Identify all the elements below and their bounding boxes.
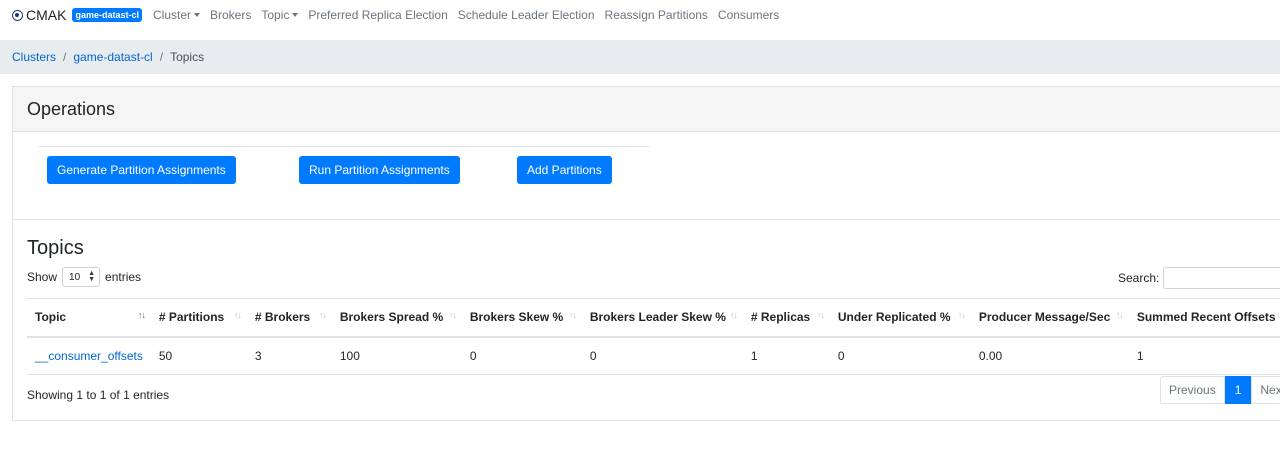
column-header-label: # Replicas [750,310,811,325]
divider [39,146,649,147]
breadcrumb-topics: Topics [170,50,205,64]
select-arrows-icon: ▲ ▼ [88,270,96,283]
entries-label: entries [105,270,142,284]
entries-select-value: 10 [69,271,81,283]
sort-icon: ↑↓ [568,310,577,320]
breadcrumb-clusters[interactable]: Clusters [12,50,56,64]
table-header-row: Topic ↑↓ # Partitions ↑↓ # Brokers ↑↓ Broke… [27,298,1280,338]
topics-card: Topics Show 10 ▲ ▼ entries Search: Topic ↑… [12,219,1280,421]
column-header-label: # Brokers [254,310,311,325]
table-row: __consumer_offsets 50 3 100 0 0 1 0 0.00… [27,336,1280,375]
column-header-brokers-spread[interactable]: Brokers Spread % ↑↓ [331,298,462,338]
topics-title: Topics [27,237,84,259]
column-header-brokers-skew[interactable]: Brokers Skew % ↑↓ [461,298,582,338]
entries-select[interactable]: 10 ▲ ▼ [62,267,101,287]
column-header-label: Topic [35,310,67,325]
nav-topic-label: Topic [261,8,290,22]
topics-table: Topic ↑↓ # Partitions ↑↓ # Brokers ↑↓ Broke… [27,298,1280,375]
sort-icon: ↑↓ [1275,310,1280,320]
sort-icon: ↑↓ [448,310,457,320]
column-header-summed-recent-offsets[interactable]: Summed Recent Offsets↑↓ [1128,298,1280,338]
brand[interactable]: CMAK [12,7,66,23]
column-header-label: Under Replicated % [837,310,951,325]
cell-under-replicated: 0 [829,336,971,375]
nav-reassign-partitions[interactable]: Reassign Partitions [605,8,708,22]
sort-icon: ↑↓ [957,310,966,320]
operations-card: Operations Generate Partition Assignment… [12,86,1280,220]
logo-icon [12,9,23,21]
column-header-partitions[interactable]: # Partitions ↑↓ [150,298,247,338]
breadcrumb: Clusters / game-datast-cl / Topics [0,40,1280,74]
cell-partitions: 50 [150,336,247,375]
cell-replicas: 1 [742,336,830,375]
pagination-previous-button[interactable]: Previous [1160,376,1225,404]
breadcrumb-separator: / [63,50,67,64]
operations-title: Operations [13,87,1280,132]
caret-down-icon [194,13,200,17]
column-header-under-replicated[interactable]: Under Replicated % ↑↓ [829,298,971,338]
sort-icon: ↑↓ [1115,310,1124,320]
cell-topic: __consumer_offsets [27,336,151,375]
cell-brokers-leader-skew: 0 [581,336,743,375]
top-navbar: CMAK game-datast-cl Cluster Brokers Topi… [0,0,1280,30]
column-header-label: Summed Recent Offsets [1136,310,1276,325]
cluster-badge[interactable]: game-datast-cl [72,8,142,22]
column-header-label: Brokers Leader Skew % [589,310,726,325]
nav-brokers[interactable]: Brokers [210,8,251,22]
column-header-label: Brokers Skew % [469,310,564,325]
column-header-brokers[interactable]: # Brokers ↑↓ [246,298,332,338]
breadcrumb-cluster[interactable]: game-datast-cl [73,50,152,64]
cell-producer-message-sec: 0.00 [970,336,1129,375]
column-header-label: Brokers Spread % [339,310,444,325]
sort-icon: ↑↓ [729,310,738,320]
show-label: Show [27,270,58,284]
entries-length-control: Show 10 ▲ ▼ entries [27,267,141,287]
caret-down-icon [292,13,299,17]
column-header-brokers-leader-skew[interactable]: Brokers Leader Skew % ↑↓ [581,298,743,338]
topic-link[interactable]: __consumer_offsets [35,349,143,363]
table-info: Showing 1 to 1 of 1 entries [27,388,170,402]
sort-icon: ↑↓ [233,310,242,320]
column-header-label: Producer Message/Sec [978,310,1111,325]
cell-summed-recent-offsets: 1 [1128,336,1280,375]
nav-cluster-label: Cluster [152,8,191,22]
sort-icon: ↑↓ [816,310,825,320]
search-control: Search: [1118,267,1280,289]
nav-cluster-dropdown[interactable]: Cluster [153,8,200,22]
sort-icon: ↑↓ [318,310,327,320]
nav-preferred-replica-election[interactable]: Preferred Replica Election [308,8,447,22]
run-partition-assignments-button[interactable]: Run Partition Assignments [299,156,460,184]
nav-topic-dropdown[interactable]: Topic [261,8,299,22]
add-partitions-button[interactable]: Add Partitions [517,156,612,184]
nav-schedule-leader-election[interactable]: Schedule Leader Election [458,8,595,22]
search-label: Search: [1118,271,1160,285]
column-header-producer-message-sec[interactable]: Producer Message/Sec ↑↓ [970,298,1129,338]
pagination-next-button[interactable]: Next [1251,376,1280,404]
column-header-topic[interactable]: Topic ↑↓ [27,298,151,338]
pagination: Previous 1 Next [1160,376,1280,404]
cell-brokers-spread: 100 [331,336,462,375]
column-header-replicas[interactable]: # Replicas ↑↓ [742,298,830,338]
generate-partition-assignments-button[interactable]: Generate Partition Assignments [47,156,236,184]
pagination-page-1[interactable]: 1 [1224,376,1252,404]
cell-brokers: 3 [246,336,332,375]
breadcrumb-separator: / [159,50,164,64]
brand-label: CMAK [26,7,67,23]
cell-brokers-skew: 0 [461,336,582,375]
search-input[interactable] [1163,267,1280,289]
nav-consumers[interactable]: Consumers [718,8,779,22]
sort-ascending-icon: ↑↓ [137,310,146,320]
column-header-label: # Partitions [158,310,225,325]
